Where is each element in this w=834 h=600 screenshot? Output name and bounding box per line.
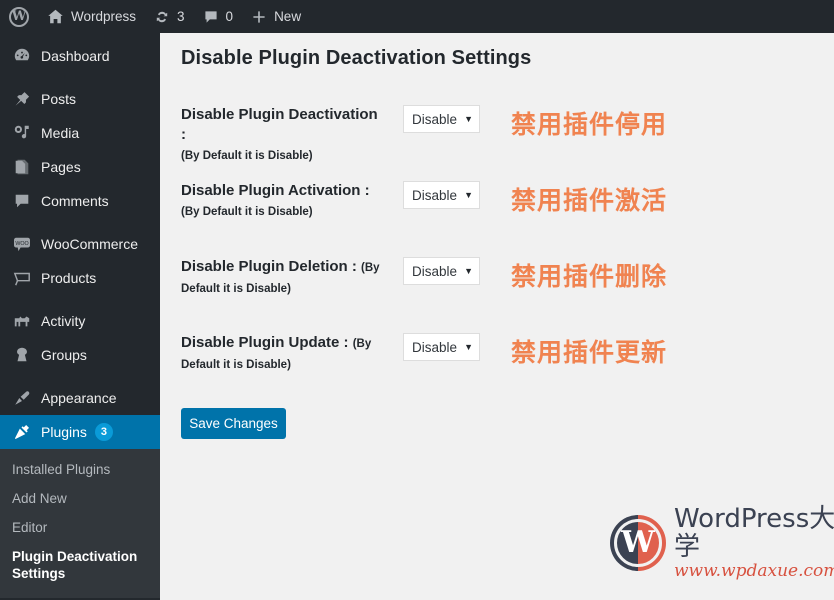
sidebar-item-media[interactable]: Media — [0, 116, 160, 150]
save-changes-button[interactable]: Save Changes — [181, 408, 286, 439]
wpdaxue-logo-icon: W — [610, 515, 666, 571]
adminbar-site-label: Wordpress — [71, 9, 137, 24]
sidebar-separator — [0, 295, 160, 304]
setting-label-text: Disable Plugin Deletion : — [181, 258, 357, 275]
sidebar-separator — [0, 218, 160, 227]
adminbar-wp-logo[interactable]: W — [0, 0, 38, 33]
sidebar-item-appearance[interactable]: Appearance — [0, 381, 160, 415]
sidebar-item-label: Media — [41, 125, 80, 141]
updates-icon — [154, 9, 170, 25]
sidebar-item-label: WooCommerce — [41, 236, 138, 252]
sidebar-item-plugin-deactivation-settings[interactable]: Plugin Deactivation Settings — [0, 542, 160, 588]
sidebar-item-label: Products — [41, 270, 97, 286]
sidebar-separator — [0, 73, 160, 82]
sidebar-item-add-new-plugin[interactable]: Add New — [0, 484, 160, 513]
groups-icon — [12, 345, 32, 365]
setting-label: Disable Plugin Deactivation : (By Defaul… — [181, 105, 386, 166]
plug-icon — [12, 422, 32, 442]
activity-icon — [12, 311, 32, 331]
setting-default-note: (By Default it is Disable) — [181, 150, 313, 162]
chevron-down-icon: ▼ — [464, 190, 473, 200]
setting-label-text: Disable Plugin Deactivation : — [181, 106, 378, 143]
content-area: Disable Plugin Deactivation Settings Dis… — [160, 33, 834, 600]
svg-text:WOO: WOO — [15, 241, 28, 247]
select-value: Disable — [412, 111, 458, 127]
adminbar-comments-count: 0 — [225, 9, 234, 24]
sidebar-item-groups[interactable]: Groups — [0, 338, 160, 372]
deactivation-select[interactable]: Disable ▼ — [403, 105, 480, 133]
adminbar-comments[interactable]: 0 — [194, 0, 243, 33]
chevron-down-icon: ▼ — [464, 342, 473, 352]
activation-select[interactable]: Disable ▼ — [403, 181, 480, 209]
sidebar-item-label: Posts — [41, 91, 77, 107]
select-value: Disable — [412, 339, 458, 355]
setting-label: Disable Plugin Activation : (By Default … — [181, 181, 386, 222]
admin-sidebar: Dashboard Posts Media Pages Comments WOO… — [0, 33, 168, 600]
woo-icon: WOO — [12, 234, 32, 254]
sidebar-item-activity[interactable]: Activity — [0, 304, 160, 338]
adminbar-new-content[interactable]: New — [242, 0, 310, 33]
annotation-update: 禁用插件更新 — [511, 338, 668, 367]
setting-label-text: Disable Plugin Activation : — [181, 182, 370, 199]
admin-bar: W Wordpress 3 0 New — [0, 0, 834, 33]
select-value: Disable — [412, 263, 458, 279]
sidebar-item-plugin-editor[interactable]: Editor — [0, 513, 160, 542]
update-select[interactable]: Disable ▼ — [403, 333, 480, 361]
plugins-update-badge: 3 — [94, 423, 113, 441]
paintbrush-icon — [12, 388, 32, 408]
sidebar-item-label: Activity — [41, 313, 86, 329]
watermark: W WordPress大学 www.wpdaxue.com — [610, 505, 834, 581]
chevron-down-icon: ▼ — [464, 266, 473, 276]
sidebar-item-label: Pages — [41, 159, 81, 175]
annotation-deletion: 禁用插件删除 — [511, 262, 668, 291]
setting-label-text: Disable Plugin Update : — [181, 334, 349, 351]
sidebar-item-installed-plugins[interactable]: Installed Plugins — [0, 455, 160, 484]
media-icon — [12, 123, 32, 143]
setting-label: Disable Plugin Update : (By Default it i… — [181, 333, 386, 375]
adminbar-new-label: New — [274, 9, 302, 24]
sidebar-item-label: Appearance — [41, 390, 117, 406]
sidebar-item-products[interactable]: Products — [0, 261, 160, 295]
sidebar-item-label: Plugins — [41, 424, 87, 440]
wordpress-logo-icon: W — [9, 6, 29, 27]
home-icon — [47, 8, 64, 25]
setting-default-note: (By Default it is Disable) — [181, 206, 313, 218]
adminbar-updates-count: 3 — [177, 9, 185, 24]
annotation-deactivation: 禁用插件停用 — [511, 110, 668, 139]
sidebar-item-plugins[interactable]: Plugins 3 — [0, 415, 168, 449]
sidebar-item-posts[interactable]: Posts — [0, 82, 160, 116]
select-value: Disable — [412, 187, 458, 203]
watermark-url: www.wpdaxue.com — [674, 561, 834, 581]
sidebar-item-label: Groups — [41, 347, 87, 363]
sidebar-item-woocommerce[interactable]: WOO WooCommerce — [0, 227, 160, 261]
plus-icon — [251, 9, 267, 25]
sidebar-item-label: Comments — [41, 193, 109, 209]
comment-bubble-icon — [203, 9, 219, 25]
chevron-down-icon: ▼ — [464, 114, 473, 124]
setting-label: Disable Plugin Deletion : (By Default it… — [181, 257, 386, 299]
page-title: Disable Plugin Deactivation Settings — [181, 47, 532, 69]
sidebar-item-comments[interactable]: Comments — [0, 184, 160, 218]
comment-bubble-icon — [12, 191, 32, 211]
sidebar-item-pages[interactable]: Pages — [0, 150, 160, 184]
adminbar-site-name[interactable]: Wordpress — [38, 0, 145, 33]
dashboard-icon — [12, 46, 32, 66]
cart-icon — [12, 268, 32, 288]
sidebar-separator — [0, 372, 160, 381]
sidebar-item-label: Dashboard — [41, 48, 110, 64]
deletion-select[interactable]: Disable ▼ — [403, 257, 480, 285]
page-icon — [12, 157, 32, 177]
adminbar-updates[interactable]: 3 — [145, 0, 194, 33]
annotation-activation: 禁用插件激活 — [511, 186, 668, 215]
pin-icon — [12, 89, 32, 109]
watermark-title: WordPress大学 — [674, 504, 834, 562]
sidebar-item-dashboard[interactable]: Dashboard — [0, 39, 160, 73]
plugins-submenu: Installed Plugins Add New Editor Plugin … — [0, 449, 160, 598]
watermark-logo-letter: W — [621, 525, 655, 560]
